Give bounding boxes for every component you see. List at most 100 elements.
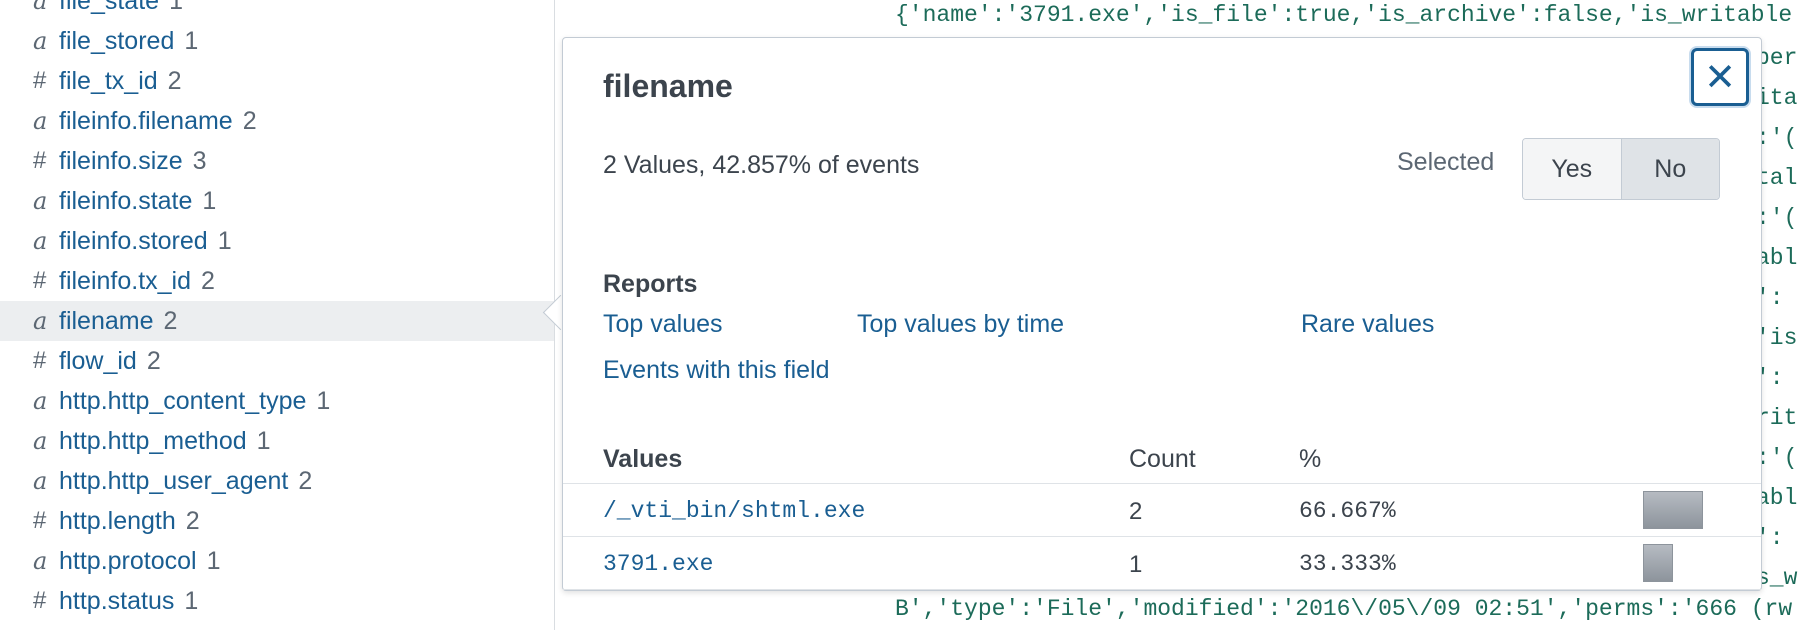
- string-type-icon: a: [33, 107, 48, 135]
- field-item[interactable]: # flow_id 2: [0, 341, 554, 381]
- field-item[interactable]: # fileinfo.tx_id 2: [0, 261, 554, 301]
- event-fragment: ':: [1756, 525, 1784, 551]
- value-cell[interactable]: 3791.exe: [603, 551, 713, 577]
- field-summary-popover: filename ✕ 2 Values, 42.857% of events S…: [562, 37, 1762, 591]
- field-count: 2: [201, 266, 215, 295]
- table-row[interactable]: 3791.exe 1 33.333%: [563, 537, 1761, 590]
- field-item[interactable]: ahttp.url2: [0, 621, 554, 630]
- event-fragment: ':: [1756, 285, 1784, 311]
- field-name: file_tx_id: [59, 66, 158, 95]
- field-count: 1: [184, 26, 199, 55]
- field-item[interactable]: a http.http_content_type 1: [0, 381, 554, 421]
- field-count: 1: [184, 586, 199, 615]
- event-fragment: :'(: [1756, 445, 1798, 471]
- field-count: 2: [146, 346, 161, 375]
- field-item[interactable]: a file_state 1: [0, 0, 554, 21]
- field-count: 2: [242, 106, 257, 135]
- field-item[interactable]: a http.protocol 1: [0, 541, 554, 581]
- event-line-bottom: B','type':'File','modified':'2016\/05\/0…: [895, 596, 1793, 622]
- numeric-type-icon: #: [33, 347, 47, 374]
- field-count: 1: [217, 226, 232, 255]
- top-values-by-time-link[interactable]: Top values by time: [857, 310, 1064, 339]
- numeric-type-icon: #: [33, 67, 47, 94]
- percent-bar: [1643, 544, 1673, 582]
- field-item[interactable]: # http.length 2: [0, 501, 554, 541]
- field-item[interactable]: a file_stored 1: [0, 21, 554, 61]
- field-name: fileinfo.tx_id: [59, 266, 192, 295]
- string-type-icon: a: [33, 227, 48, 255]
- field-name: http.protocol: [59, 546, 197, 575]
- field-count: 2: [145, 627, 159, 630]
- event-fragment: rit: [1756, 405, 1798, 431]
- field-item[interactable]: # http.status 1: [0, 581, 554, 621]
- table-row[interactable]: /_vti_bin/shtml.exe 2 66.667%: [563, 484, 1761, 537]
- field-name: http.http_user_agent: [59, 466, 289, 495]
- field-item[interactable]: a http.http_user_agent 2: [0, 461, 554, 501]
- numeric-type-icon: #: [33, 507, 47, 534]
- field-count: 2: [167, 66, 182, 95]
- field-name: http.length: [59, 506, 176, 535]
- table-header-row: Values Count %: [563, 431, 1761, 484]
- numeric-type-icon: #: [33, 587, 47, 614]
- event-fragment: :'(: [1756, 125, 1798, 151]
- event-line-top: {'name':'3791.exe','is_file':true,'is_ar…: [895, 2, 1793, 28]
- percent-cell: 66.667%: [1299, 498, 1396, 524]
- event-fragment: 'is: [1756, 325, 1798, 351]
- selected-no-button[interactable]: No: [1620, 139, 1719, 199]
- field-name: fileinfo.state: [59, 186, 193, 215]
- percent-column-header: %: [1299, 445, 1322, 473]
- field-name: http.http_method: [59, 426, 247, 455]
- numeric-type-icon: #: [33, 267, 47, 294]
- field-item[interactable]: # file_tx_id 2: [0, 61, 554, 101]
- field-item[interactable]: a fileinfo.state 1: [0, 181, 554, 221]
- field-item[interactable]: # fileinfo.size 3: [0, 141, 554, 181]
- string-type-icon: a: [33, 547, 48, 575]
- field-name: file_state: [59, 0, 160, 15]
- events-with-field-link[interactable]: Events with this field: [603, 356, 830, 385]
- close-icon: ✕: [1704, 56, 1736, 99]
- percent-cell: 33.333%: [1299, 551, 1396, 577]
- field-item[interactable]: a filename 2: [0, 301, 554, 341]
- field-name: fileinfo.stored: [59, 226, 208, 255]
- string-type-icon: a: [33, 27, 48, 55]
- value-cell[interactable]: /_vti_bin/shtml.exe: [603, 498, 865, 524]
- event-fragment: tal: [1756, 165, 1798, 191]
- event-fragment: ita: [1756, 85, 1798, 111]
- string-type-icon: a: [33, 387, 48, 415]
- field-name: http.url: [59, 627, 135, 630]
- selected-yes-button[interactable]: Yes: [1523, 139, 1621, 199]
- field-count: 1: [206, 546, 221, 575]
- event-fragment: abl: [1756, 245, 1798, 271]
- close-button[interactable]: ✕: [1691, 48, 1749, 106]
- field-name: http.status: [59, 586, 175, 615]
- field-name: fileinfo.filename: [59, 106, 233, 135]
- percent-bar: [1643, 491, 1703, 529]
- count-column-header: Count: [1129, 445, 1196, 473]
- reports-heading: Reports: [603, 270, 698, 298]
- popover-title: filename: [603, 68, 733, 104]
- field-item[interactable]: a fileinfo.filename 2: [0, 101, 554, 141]
- top-values-link[interactable]: Top values: [603, 310, 723, 339]
- fields-sidebar: a file_state 1 a file_stored 1 # file_tx_id 2 a fi…: [0, 0, 555, 630]
- string-type-icon: a: [33, 307, 48, 335]
- field-count: 1: [316, 386, 331, 415]
- field-name: file_stored: [59, 26, 175, 55]
- string-type-icon: a: [33, 187, 48, 215]
- event-fragment: s_w: [1756, 565, 1798, 591]
- rare-values-link[interactable]: Rare values: [1301, 310, 1434, 339]
- field-name: filename: [59, 306, 154, 335]
- field-count: 3: [192, 146, 207, 175]
- field-item[interactable]: a fileinfo.stored 1: [0, 221, 554, 261]
- field-count: 1: [202, 186, 217, 215]
- event-fragment: ':: [1756, 365, 1784, 391]
- count-cell: 1: [1129, 551, 1143, 578]
- string-type-icon: a: [33, 427, 48, 455]
- string-type-icon: a: [33, 0, 48, 15]
- field-name: flow_id: [59, 346, 137, 375]
- field-item[interactable]: a http.http_method 1: [0, 421, 554, 461]
- field-count: 2: [163, 306, 178, 335]
- field-count: 1: [169, 0, 183, 15]
- string-type-icon: a: [33, 467, 48, 495]
- values-summary: 2 Values, 42.857% of events: [603, 151, 920, 179]
- field-name: fileinfo.size: [59, 146, 183, 175]
